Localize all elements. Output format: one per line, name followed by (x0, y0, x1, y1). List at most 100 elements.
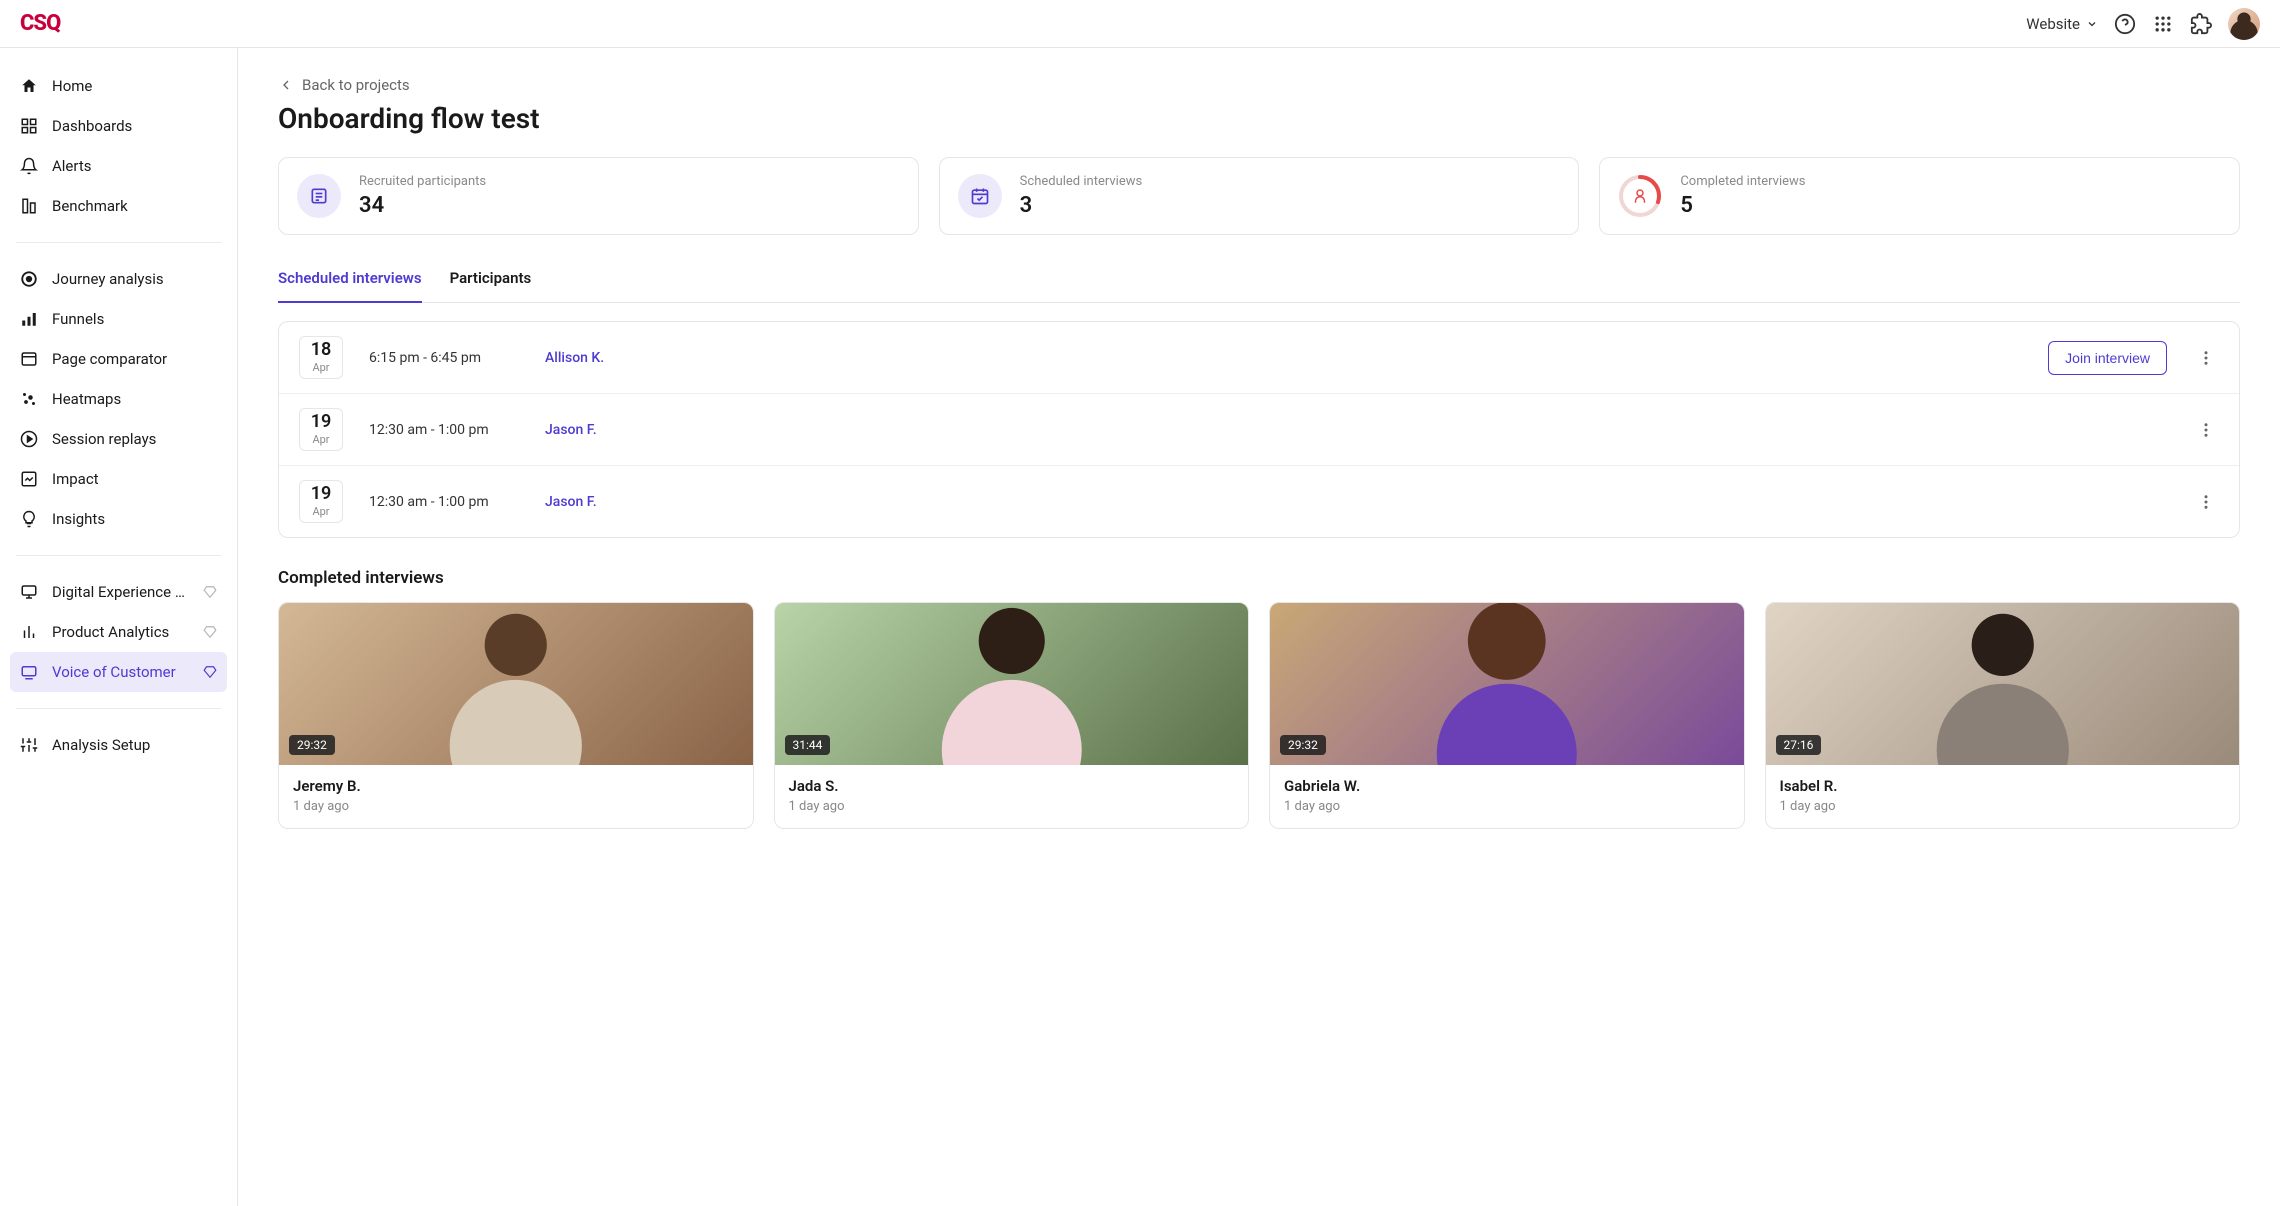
person-illustration (279, 603, 753, 765)
date-chip: 19 Apr (299, 408, 343, 451)
card-name: Jada S. (789, 777, 1235, 795)
sidebar-item-benchmark[interactable]: Benchmark (10, 186, 227, 226)
join-interview-button[interactable]: Join interview (2048, 341, 2167, 375)
date-month: Apr (300, 505, 342, 518)
tabs: Scheduled interviews Participants (278, 263, 2240, 303)
date-day: 19 (300, 485, 342, 503)
card-meta: 1 day ago (293, 799, 739, 814)
sidebar-item-label: Digital Experience Monitor... (52, 583, 189, 601)
website-dropdown-label: Website (2026, 15, 2080, 33)
person-illustration (1270, 603, 1744, 765)
completed-interviews-title: Completed interviews (278, 568, 2240, 588)
interview-participant-link[interactable]: Jason F. (545, 422, 597, 438)
avatar[interactable] (2228, 8, 2260, 40)
date-month: Apr (300, 361, 342, 374)
sidebar-item-analysis-setup[interactable]: Analysis Setup (10, 725, 227, 765)
sidebar-item-label: Funnels (52, 310, 217, 328)
sidebar-item-label: Benchmark (52, 197, 217, 215)
journey-icon (20, 270, 38, 288)
diamond-icon (203, 665, 217, 679)
sidebar-item-label: Heatmaps (52, 390, 217, 408)
sidebar-item-label: Insights (52, 510, 217, 528)
diamond-icon (203, 585, 217, 599)
sidebar-item-label: Alerts (52, 157, 217, 175)
interview-participant-link[interactable]: Jason F. (545, 494, 597, 510)
topbar: CSQ Website (0, 0, 2280, 48)
diamond-icon (203, 625, 217, 639)
back-to-projects-link[interactable]: Back to projects (278, 76, 2240, 94)
sidebar-item-heatmaps[interactable]: Heatmaps (10, 379, 227, 419)
tab-scheduled-interviews[interactable]: Scheduled interviews (278, 263, 422, 303)
interview-participant-link[interactable]: Allison K. (545, 350, 604, 366)
sidebar-item-label: Product Analytics (52, 623, 189, 641)
stat-value: 34 (359, 193, 486, 218)
card-meta: 1 day ago (789, 799, 1235, 814)
sidebar-item-label: Impact (52, 470, 217, 488)
date-month: Apr (300, 433, 342, 446)
interview-row: 18 Apr 6:15 pm - 6:45 pm Allison K. Join… (279, 322, 2239, 394)
sidebar-item-page-comparator[interactable]: Page comparator (10, 339, 227, 379)
tab-participants[interactable]: Participants (450, 263, 532, 302)
sidebar-item-voice-of-customer[interactable]: Voice of Customer (10, 652, 227, 692)
sidebar-item-dem[interactable]: Digital Experience Monitor... (10, 572, 227, 612)
sidebar-item-product-analytics[interactable]: Product Analytics (10, 612, 227, 652)
analytics-icon (20, 623, 38, 641)
logo[interactable]: CSQ (20, 11, 60, 36)
sidebar-item-label: Session replays (52, 430, 217, 448)
interview-time: 12:30 am - 1:00 pm (369, 422, 519, 438)
page-icon (20, 350, 38, 368)
sidebar-item-label: Voice of Customer (52, 663, 189, 681)
voice-icon (20, 663, 38, 681)
more-icon[interactable] (2193, 417, 2219, 443)
duration-badge: 29:32 (289, 735, 335, 755)
more-icon[interactable] (2193, 345, 2219, 371)
back-label: Back to projects (302, 76, 410, 94)
stat-label: Scheduled interviews (1020, 174, 1143, 189)
duration-badge: 27:16 (1776, 735, 1822, 755)
benchmark-icon (20, 197, 38, 215)
interview-row: 19 Apr 12:30 am - 1:00 pm Jason F. (279, 394, 2239, 466)
completed-interview-card[interactable]: 29:32 Gabriela W. 1 day ago (1269, 602, 1745, 829)
heatmap-icon (20, 390, 38, 408)
card-meta: 1 day ago (1780, 799, 2226, 814)
sidebar-item-home[interactable]: Home (10, 66, 227, 106)
completed-interview-card[interactable]: 29:32 Jeremy B. 1 day ago (278, 602, 754, 829)
page-title: Onboarding flow test (278, 102, 2240, 135)
website-dropdown[interactable]: Website (2026, 15, 2098, 33)
stat-value: 5 (1680, 193, 1805, 218)
card-meta: 1 day ago (1284, 799, 1730, 814)
sidebar-item-label: Dashboards (52, 117, 217, 135)
duration-badge: 29:32 (1280, 735, 1326, 755)
interview-row: 19 Apr 12:30 am - 1:00 pm Jason F. (279, 466, 2239, 537)
interview-time: 6:15 pm - 6:45 pm (369, 350, 519, 366)
sidebar-item-impact[interactable]: Impact (10, 459, 227, 499)
sidebar-item-journey-analysis[interactable]: Journey analysis (10, 259, 227, 299)
extension-icon[interactable] (2190, 13, 2212, 35)
help-icon[interactable] (2114, 13, 2136, 35)
completed-interview-card[interactable]: 27:16 Isabel R. 1 day ago (1765, 602, 2241, 829)
sidebar-item-insights[interactable]: Insights (10, 499, 227, 539)
sidebar-item-label: Analysis Setup (52, 736, 217, 754)
funnel-icon (20, 310, 38, 328)
stat-label: Completed interviews (1680, 174, 1805, 189)
stat-card-recruited: Recruited participants 34 (278, 157, 919, 235)
sidebar-item-alerts[interactable]: Alerts (10, 146, 227, 186)
completed-interview-card[interactable]: 31:44 Jada S. 1 day ago (774, 602, 1250, 829)
participants-icon (297, 174, 341, 218)
card-name: Gabriela W. (1284, 777, 1730, 795)
sidebar: Home Dashboards Alerts Benchmark Journey… (0, 48, 238, 1206)
impact-icon (20, 470, 38, 488)
video-thumbnail: 31:44 (775, 603, 1249, 765)
apps-grid-icon[interactable] (2152, 13, 2174, 35)
duration-badge: 31:44 (785, 735, 831, 755)
home-icon (20, 77, 38, 95)
more-icon[interactable] (2193, 489, 2219, 515)
sidebar-item-funnels[interactable]: Funnels (10, 299, 227, 339)
video-thumbnail: 29:32 (1270, 603, 1744, 765)
sidebar-item-dashboards[interactable]: Dashboards (10, 106, 227, 146)
sidebar-item-session-replays[interactable]: Session replays (10, 419, 227, 459)
date-chip: 18 Apr (299, 336, 343, 379)
stat-card-completed: Completed interviews 5 (1599, 157, 2240, 235)
date-day: 18 (300, 341, 342, 359)
completed-grid: 29:32 Jeremy B. 1 day ago 31:44 Jada S. … (278, 602, 2240, 829)
